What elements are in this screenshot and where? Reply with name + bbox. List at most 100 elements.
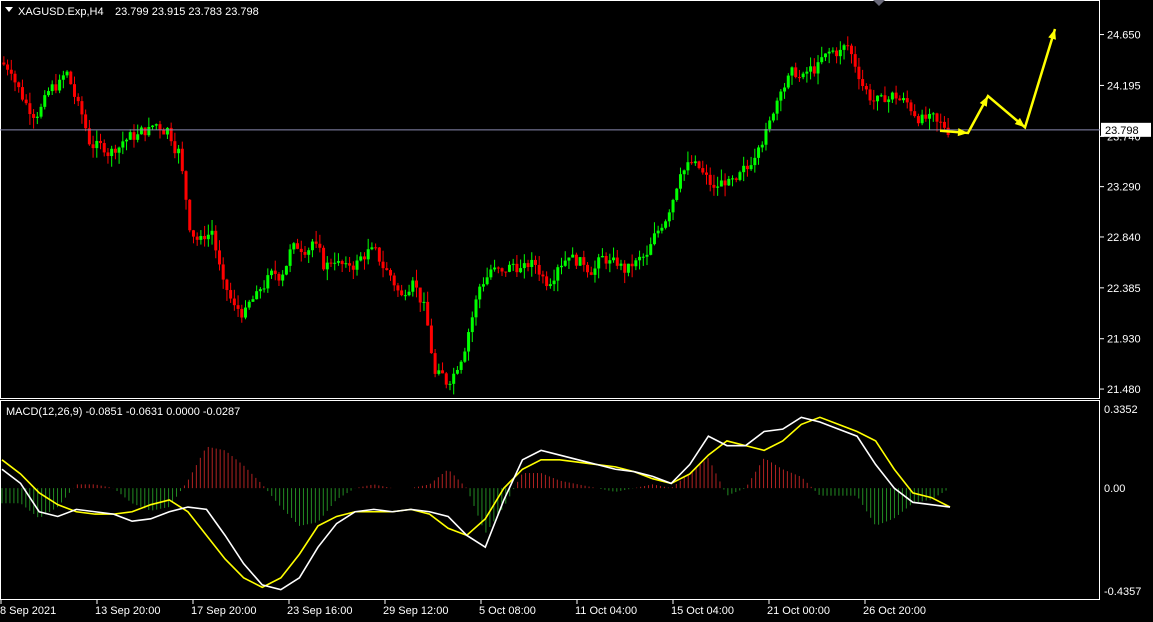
candle-body bbox=[578, 257, 582, 266]
candle-body bbox=[481, 284, 485, 287]
candle-body bbox=[128, 132, 132, 140]
candle-body bbox=[125, 139, 129, 142]
candle-body bbox=[318, 243, 322, 248]
candle-body bbox=[597, 257, 601, 269]
candle-body bbox=[920, 114, 924, 124]
candle-body bbox=[76, 96, 80, 102]
candle-body bbox=[623, 263, 627, 273]
candle-body bbox=[913, 111, 917, 117]
candle-body bbox=[303, 252, 307, 255]
candle-body bbox=[411, 280, 415, 292]
candle-body bbox=[388, 270, 392, 276]
candle-body bbox=[942, 121, 946, 128]
candle-body bbox=[177, 148, 181, 154]
candle-body bbox=[147, 127, 151, 136]
candle-body bbox=[838, 49, 842, 57]
candle-body bbox=[890, 92, 894, 100]
candle-body bbox=[638, 256, 642, 261]
candle-body bbox=[284, 265, 288, 275]
candle-body bbox=[374, 247, 378, 249]
candle-body bbox=[641, 256, 645, 258]
candle-body bbox=[519, 268, 523, 273]
candle-body bbox=[281, 274, 285, 281]
candle-body bbox=[883, 95, 887, 103]
candle-body bbox=[344, 263, 348, 265]
candle-body bbox=[790, 67, 794, 76]
candle-body bbox=[675, 188, 679, 200]
candle-body bbox=[288, 249, 292, 266]
candle-body bbox=[905, 98, 909, 103]
candle-body bbox=[474, 299, 478, 318]
candle-body bbox=[571, 254, 575, 258]
candle-body bbox=[797, 77, 801, 79]
candle-body bbox=[872, 100, 876, 102]
candle-body bbox=[764, 128, 768, 145]
candle-body bbox=[415, 280, 419, 288]
candle-body bbox=[348, 263, 352, 266]
candle-body bbox=[110, 148, 114, 157]
price-tick-label: 22.385 bbox=[1107, 283, 1141, 295]
time-tick-label: 13 Sep 20:00 bbox=[95, 605, 160, 617]
time-tick-label: 23 Sep 16:00 bbox=[287, 605, 352, 617]
candle-body bbox=[385, 268, 389, 271]
candle-body bbox=[563, 260, 567, 266]
candle-body bbox=[589, 272, 593, 275]
candle-body bbox=[701, 168, 705, 173]
candle-body bbox=[541, 274, 545, 277]
candle-body bbox=[820, 57, 824, 63]
candle-body bbox=[292, 243, 296, 250]
candle-body bbox=[567, 257, 571, 261]
candle-body bbox=[448, 383, 452, 385]
candle-body bbox=[35, 116, 39, 118]
candle-body bbox=[418, 287, 422, 303]
candle-body bbox=[690, 162, 694, 164]
candle-body bbox=[184, 171, 188, 200]
candle-body bbox=[407, 291, 411, 296]
candle-body bbox=[712, 184, 716, 188]
candle-body bbox=[214, 230, 218, 251]
chart-background bbox=[0, 0, 1153, 622]
candle-body bbox=[931, 113, 935, 115]
candle-body bbox=[831, 50, 835, 52]
candle-body bbox=[437, 370, 441, 374]
candle-body bbox=[273, 270, 277, 274]
candle-body bbox=[704, 172, 708, 175]
candle-body bbox=[359, 256, 363, 261]
candle-body bbox=[121, 141, 125, 148]
candle-body bbox=[422, 301, 426, 303]
candle-body bbox=[753, 157, 757, 166]
candle-body bbox=[307, 250, 311, 255]
candle-body bbox=[664, 221, 668, 228]
trading-chart[interactable]: XAGUSD.Exp,H4 23.799 23.915 23.783 23.79… bbox=[0, 0, 1153, 622]
candle-body bbox=[716, 186, 720, 188]
candle-body bbox=[771, 113, 775, 121]
candle-body bbox=[221, 264, 225, 280]
candle-body bbox=[236, 305, 240, 309]
candle-body bbox=[894, 92, 898, 99]
candle-body bbox=[370, 247, 374, 250]
macd-tick-label: -0.4357 bbox=[1104, 586, 1141, 598]
time-tick-label: 17 Sep 20:00 bbox=[191, 605, 256, 617]
price-tick-label: 21.930 bbox=[1107, 334, 1141, 346]
candle-body bbox=[310, 241, 314, 251]
candle-body bbox=[106, 152, 110, 157]
candle-body bbox=[478, 286, 482, 300]
candle-body bbox=[132, 132, 136, 140]
candle-body bbox=[645, 254, 649, 257]
candle-body bbox=[6, 64, 10, 70]
candle-body bbox=[13, 73, 17, 83]
candle-body bbox=[91, 144, 95, 149]
candle-body bbox=[191, 230, 195, 237]
candle-body bbox=[935, 113, 939, 122]
price-tick-label: 24.195 bbox=[1107, 80, 1141, 92]
candle-body bbox=[552, 280, 556, 285]
candle-body bbox=[444, 373, 448, 385]
time-tick-label: 15 Oct 04:00 bbox=[671, 605, 734, 617]
candle-body bbox=[745, 165, 749, 170]
candle-body bbox=[898, 98, 902, 101]
current-price-label: 23.798 bbox=[1105, 125, 1139, 137]
candle-body bbox=[574, 254, 578, 266]
candle-body bbox=[586, 264, 590, 273]
candle-body bbox=[533, 259, 537, 265]
candle-body bbox=[682, 170, 686, 175]
